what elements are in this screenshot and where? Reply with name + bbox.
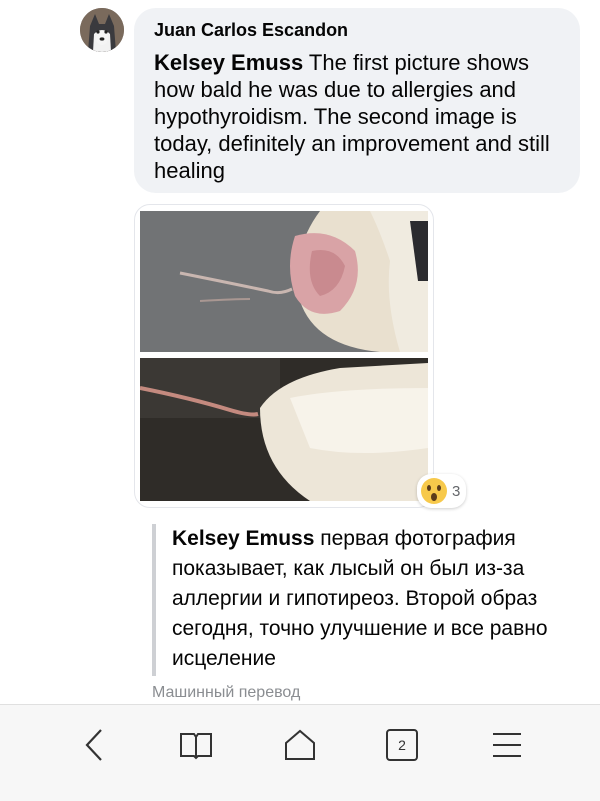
menu-icon — [493, 733, 521, 757]
menu-button[interactable] — [487, 725, 527, 765]
comment-bubble: Juan Carlos Escandon Kelsey Emuss The fi… — [134, 8, 580, 193]
tab-count: 2 — [398, 737, 406, 753]
translation-mention[interactable]: Kelsey Emuss — [172, 527, 314, 550]
comment-author[interactable]: Juan Carlos Escandon — [154, 20, 562, 41]
avatar[interactable] — [80, 8, 124, 52]
machine-translation-label[interactable]: Машинный перевод — [152, 684, 300, 702]
wow-emoji-icon — [421, 478, 447, 504]
translated-comment: Kelsey Emuss первая фотография показывае… — [152, 524, 562, 676]
reaction-badge[interactable]: 3 — [417, 474, 467, 508]
bookmarks-icon — [180, 733, 212, 760]
dog-before-photo — [140, 211, 428, 352]
bookmarks-button[interactable] — [176, 725, 216, 765]
comment-photo[interactable] — [134, 204, 434, 508]
comment-text: Kelsey Emuss The first picture shows how… — [154, 49, 562, 184]
comment-mention[interactable]: Kelsey Emuss — [154, 50, 303, 75]
husky-avatar-image — [80, 8, 124, 52]
dog-after-photo — [140, 358, 428, 501]
home-icon — [285, 729, 315, 760]
back-icon — [85, 729, 102, 761]
back-button[interactable] — [74, 725, 114, 765]
browser-bottom-nav: 2 — [0, 704, 600, 801]
home-button[interactable] — [280, 725, 320, 765]
reaction-count: 3 — [452, 482, 461, 500]
translation-text: Kelsey Emuss первая фотография показывае… — [172, 524, 562, 674]
tabs-button[interactable]: 2 — [382, 725, 422, 765]
